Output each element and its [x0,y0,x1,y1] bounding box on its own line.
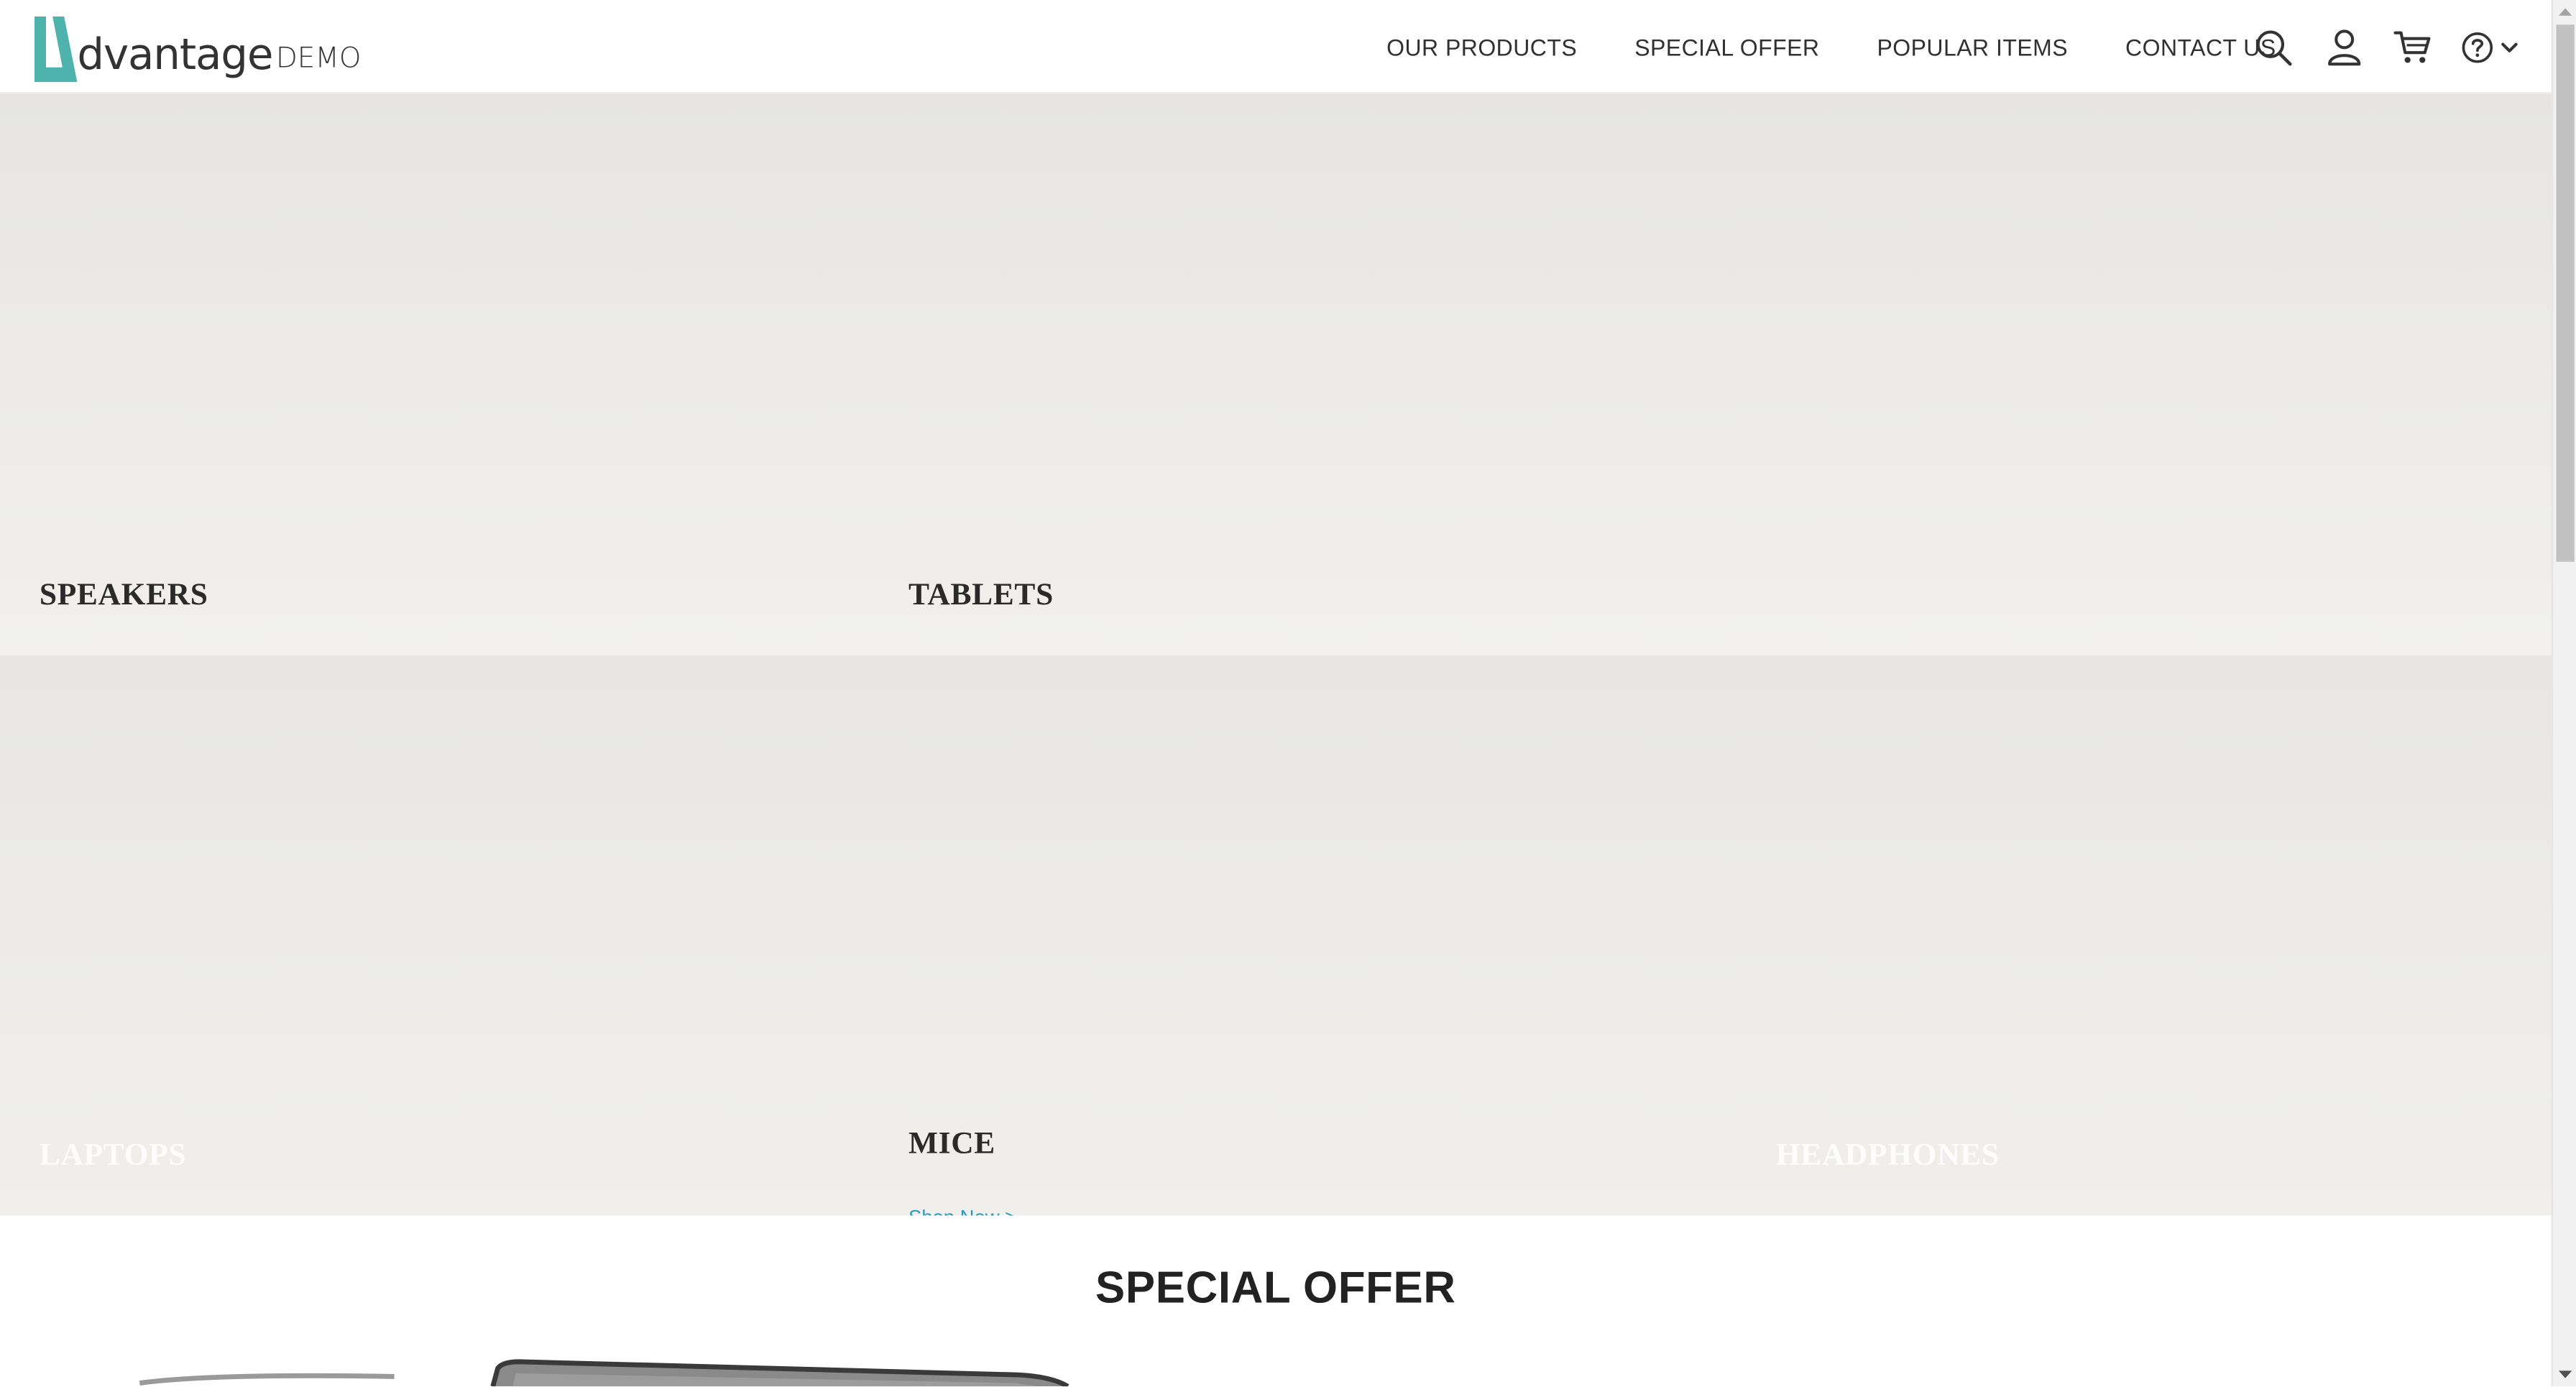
category-title-headphones: HEADPHONES [1775,1138,2000,1173]
nav-special-offer[interactable]: SPECIAL OFFER [1634,34,1819,60]
logo-word: dvantage [77,31,273,80]
cart-icon [2393,31,2431,63]
main-nav: OUR PRODUCTS SPECIAL OFFER POPULAR ITEMS… [1386,0,2276,93]
category-title-mice: MICE [908,1126,995,1161]
category-row-bottom: LAPTOPS MICE Shop Now > HEADPHONES [0,655,2552,1229]
category-title-laptops: LAPTOPS [39,1138,187,1173]
nav-popular-items[interactable]: POPULAR ITEMS [1877,34,2068,60]
scroll-up-icon [2558,8,2572,16]
special-offer-product-image[interactable] [0,1353,1150,1387]
cart-button[interactable] [2392,27,2434,69]
category-tile-tablets[interactable]: TABLETS [868,93,2552,655]
scroll-down-arrow[interactable] [2553,1363,2576,1386]
special-offer-title: SPECIAL OFFER [1095,1263,1456,1313]
help-icon [2461,32,2492,63]
category-tile-speakers[interactable]: SPEAKERS [0,93,868,655]
category-title-tablets: TABLETS [908,578,1054,613]
page: dvantage DEMO OUR PRODUCTS SPECIAL OFFER… [0,0,2576,1387]
search-button[interactable] [2253,27,2295,69]
category-tile-headphones[interactable]: HEADPHONES [1735,655,2552,1215]
search-icon [2256,30,2292,66]
logo-mark-icon [34,16,78,83]
site-header: dvantage DEMO OUR PRODUCTS SPECIAL OFFER… [0,0,2552,94]
nav-our-products[interactable]: OUR PRODUCTS [1386,34,1577,60]
chevron-down-icon [2501,42,2517,52]
scroll-up-arrow[interactable] [2553,0,2576,23]
user-icon [2328,29,2361,66]
logo-suffix: DEMO [275,42,362,76]
category-tile-mice[interactable]: MICE Shop Now > [868,655,1735,1229]
header-icons [2253,23,2518,73]
category-row-top: SPEAKERS TABLETS [0,93,2552,655]
page-scrollbar[interactable] [2551,0,2576,1387]
special-offer-section: SPECIAL OFFER [0,1215,2552,1387]
scroll-thumb[interactable] [2556,24,2575,562]
category-title-speakers: SPEAKERS [39,578,208,613]
scroll-down-icon [2558,1370,2572,1378]
logo[interactable]: dvantage DEMO [31,13,362,83]
category-tile-laptops[interactable]: LAPTOPS [0,655,868,1215]
help-menu-button[interactable] [2460,27,2518,69]
user-button[interactable] [2323,27,2365,69]
